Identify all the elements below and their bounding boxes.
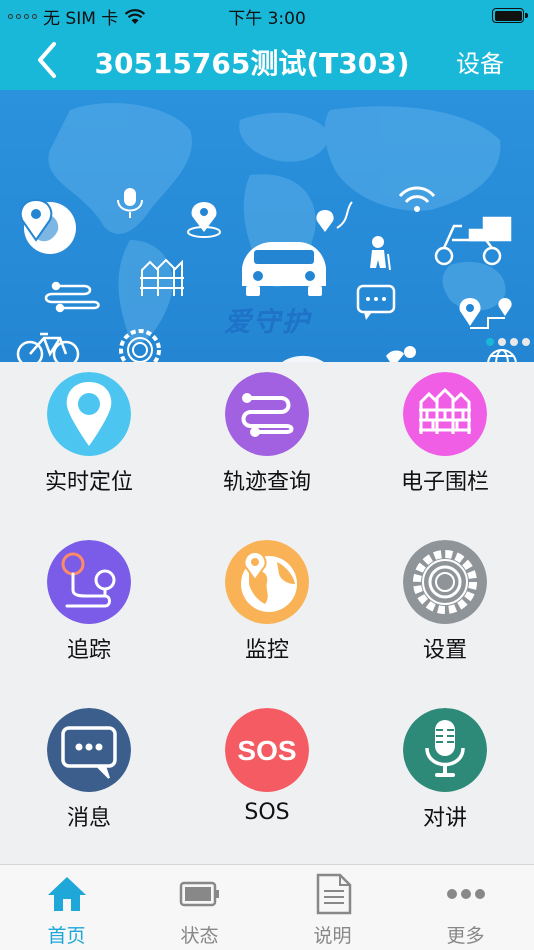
location-pin-icon: [47, 372, 131, 456]
page-title: 30515765测试(T303): [94, 47, 410, 80]
document-icon: [316, 873, 352, 915]
device-button[interactable]: 设备: [456, 44, 504, 79]
grid-item-label: 监控: [244, 638, 289, 663]
globe-pin-icon: [19, 198, 76, 254]
grid-item-label: 设置: [422, 638, 467, 663]
grid-item-label: 实时定位: [44, 470, 133, 495]
elderly-icon: [370, 236, 391, 271]
status-time: 下午 3:00: [228, 9, 306, 29]
chat-banner-icon: [356, 284, 396, 320]
track-route-icon: [225, 372, 309, 456]
battery-icon: [179, 881, 219, 907]
cloud-label: 爱守护: [224, 307, 311, 338]
tab-more[interactable]: 更多: [399, 865, 532, 950]
globe-monitor-icon: [225, 540, 309, 624]
grid-item-label: 对讲: [422, 806, 467, 831]
grid-item-intercom[interactable]: 对讲: [356, 698, 534, 848]
pager-dot[interactable]: [522, 338, 530, 346]
grid-item-tracking[interactable]: 追踪: [0, 530, 178, 680]
status-bar: 无 SIM 卡 下午 3:00: [0, 0, 534, 30]
gear-icon: [403, 540, 487, 624]
grid-item-messages[interactable]: 消息: [0, 698, 178, 848]
chevron-left-icon: [38, 42, 56, 78]
location-small-icon: [187, 202, 221, 238]
tab-label: 首页: [47, 925, 86, 947]
home-icon: [48, 877, 86, 911]
grid-item-sos[interactable]: SOS SOS: [178, 698, 356, 848]
pager-dot[interactable]: [498, 338, 506, 346]
nav-bar: 30515765测试(T303) 设备: [0, 30, 534, 90]
cloud-illustration: [282, 355, 324, 362]
tab-label: 更多: [446, 925, 485, 947]
back-button[interactable]: [30, 40, 66, 80]
sos-icon: SOS: [225, 708, 309, 792]
track-banner-icon: [44, 281, 100, 313]
tracking-icon: [47, 540, 131, 624]
pager-dot-active[interactable]: [486, 338, 494, 346]
grid-item-track-query[interactable]: 轨迹查询: [178, 362, 356, 512]
chat-bubble-icon: [47, 708, 131, 792]
grid-item-geofence[interactable]: 电子围栏: [356, 362, 534, 512]
battery-icon: [492, 8, 528, 23]
tab-status[interactable]: 状态: [133, 865, 266, 950]
baby-icon: [386, 346, 416, 362]
grid-item-label: 追踪: [66, 638, 111, 663]
fence-icon: [403, 372, 487, 456]
scooter-icon: [434, 216, 512, 266]
grid-item-label: SOS: [244, 800, 290, 825]
tab-label: 说明: [313, 925, 352, 947]
car-icon: [242, 242, 326, 296]
grid-item-label: 消息: [66, 806, 111, 831]
grid-item-realtime-location[interactable]: 实时定位: [0, 362, 178, 512]
more-dots-icon: [447, 889, 485, 899]
route-pin-icon: [316, 201, 353, 232]
tab-bar: 首页 状态 说明 更多: [0, 864, 534, 950]
grid-item-label: 轨迹查询: [222, 470, 311, 495]
grid-item-label: 电子围栏: [400, 470, 489, 495]
grid-item-monitor[interactable]: 监控: [178, 530, 356, 680]
svg-text:SOS: SOS: [237, 735, 296, 766]
grid-item-settings[interactable]: 设置: [356, 530, 534, 680]
tab-label: 状态: [180, 925, 219, 947]
carousel-pager[interactable]: [486, 338, 530, 346]
tab-instructions[interactable]: 说明: [266, 865, 399, 950]
tab-home[interactable]: 首页: [0, 865, 133, 950]
bicycle-icon: [16, 332, 80, 362]
globe-banner-icon: [487, 349, 517, 362]
pager-dot[interactable]: [510, 338, 518, 346]
feature-grid: 实时定位 轨迹查询 电子围栏 追踪 监控 设置 消息 SOS SOS 对讲: [0, 362, 534, 864]
banner-carousel[interactable]: 爱守护: [0, 90, 534, 362]
microphone-icon: [403, 708, 487, 792]
